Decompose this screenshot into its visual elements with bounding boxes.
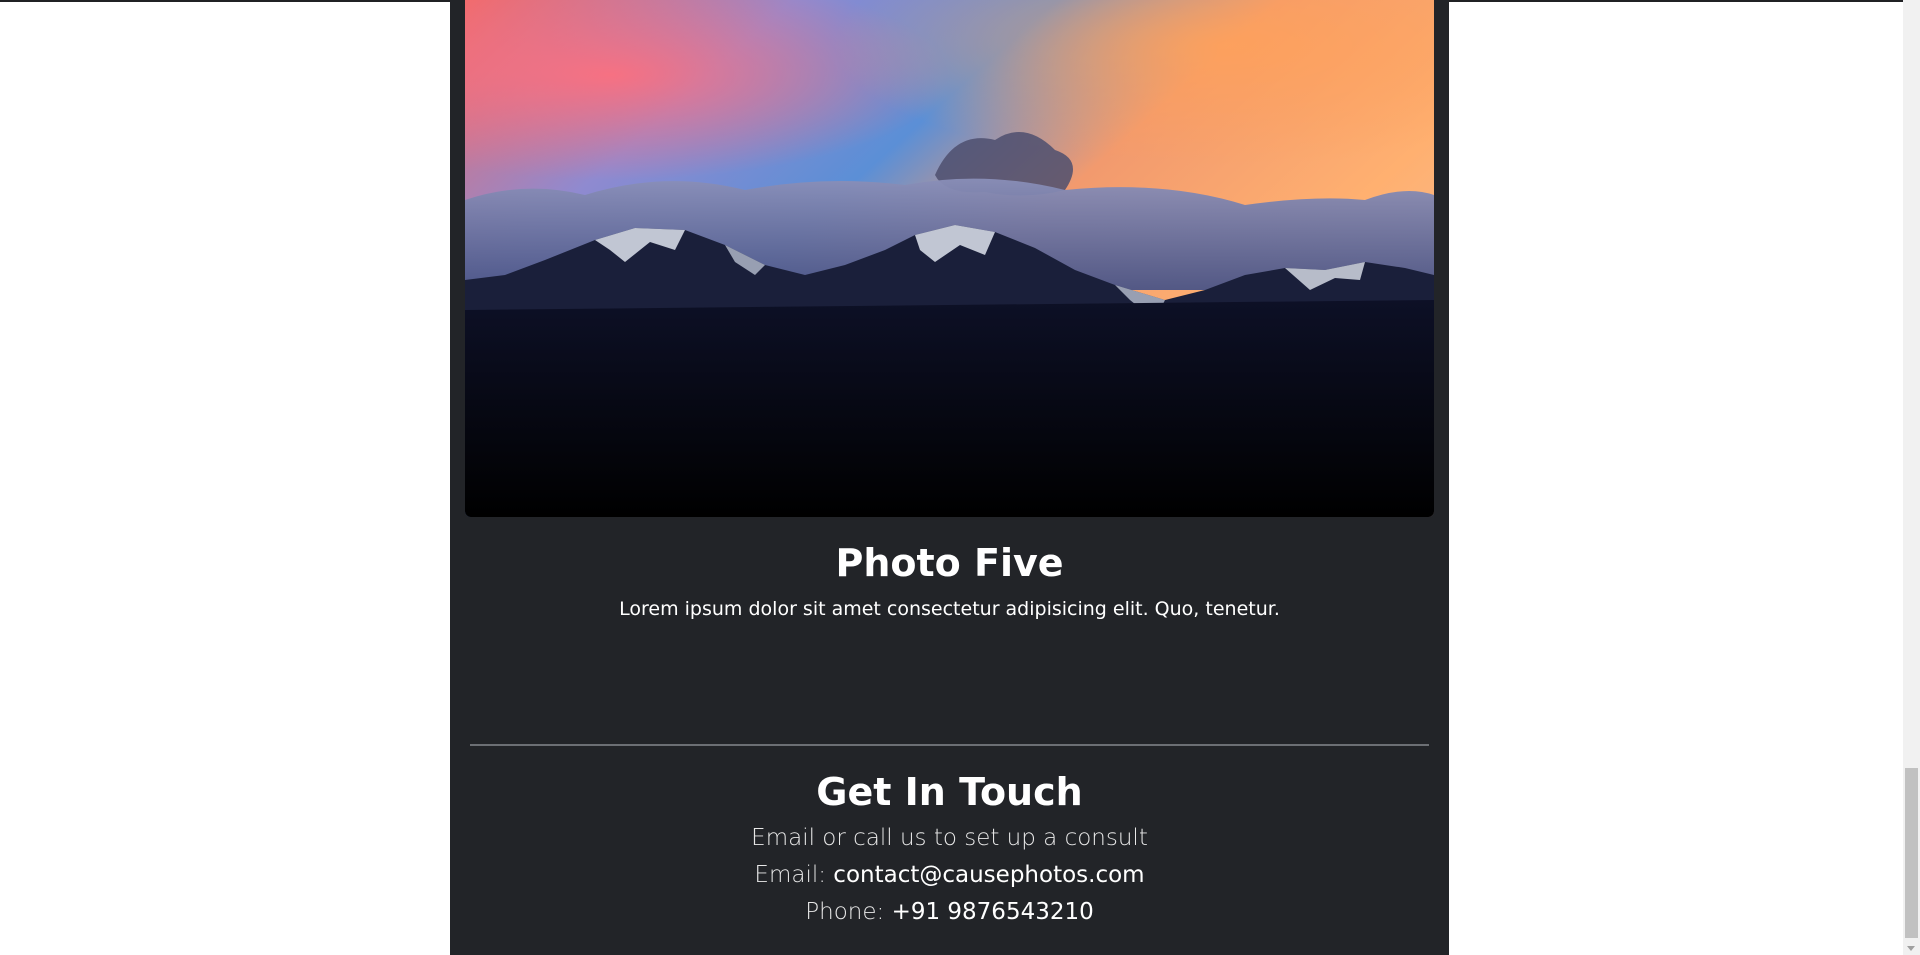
section-divider bbox=[470, 744, 1429, 746]
phone-link[interactable]: +91 9876543210 bbox=[892, 899, 1094, 925]
contact-tagline: Email or call us to set up a consult bbox=[751, 825, 1148, 851]
photo-title: Photo Five bbox=[835, 541, 1064, 585]
contact-section: Get In Touch Email or call us to set up … bbox=[450, 764, 1449, 931]
photo-caption: Photo Five Lorem ipsum dolor sit amet co… bbox=[450, 536, 1449, 622]
content-section: Photo Five Lorem ipsum dolor sit amet co… bbox=[450, 0, 1449, 955]
photo-description: Lorem ipsum dolor sit amet consectetur a… bbox=[619, 598, 1280, 620]
contact-email-line: Email: contact@causephotos.com bbox=[450, 857, 1449, 894]
page-scrollbar[interactable] bbox=[1903, 0, 1920, 955]
chevron-down-icon[interactable] bbox=[1907, 946, 1915, 951]
email-label: Email: bbox=[754, 862, 834, 888]
contact-heading: Get In Touch bbox=[816, 770, 1083, 814]
contact-phone-line: Phone: +91 9876543210 bbox=[450, 894, 1449, 931]
photo-five-image[interactable] bbox=[465, 0, 1434, 517]
phone-label: Phone: bbox=[805, 899, 892, 925]
mountain-sunset-photo bbox=[465, 0, 1434, 517]
scrollbar-thumb[interactable] bbox=[1905, 768, 1918, 938]
email-link[interactable]: contact@causephotos.com bbox=[833, 862, 1144, 888]
